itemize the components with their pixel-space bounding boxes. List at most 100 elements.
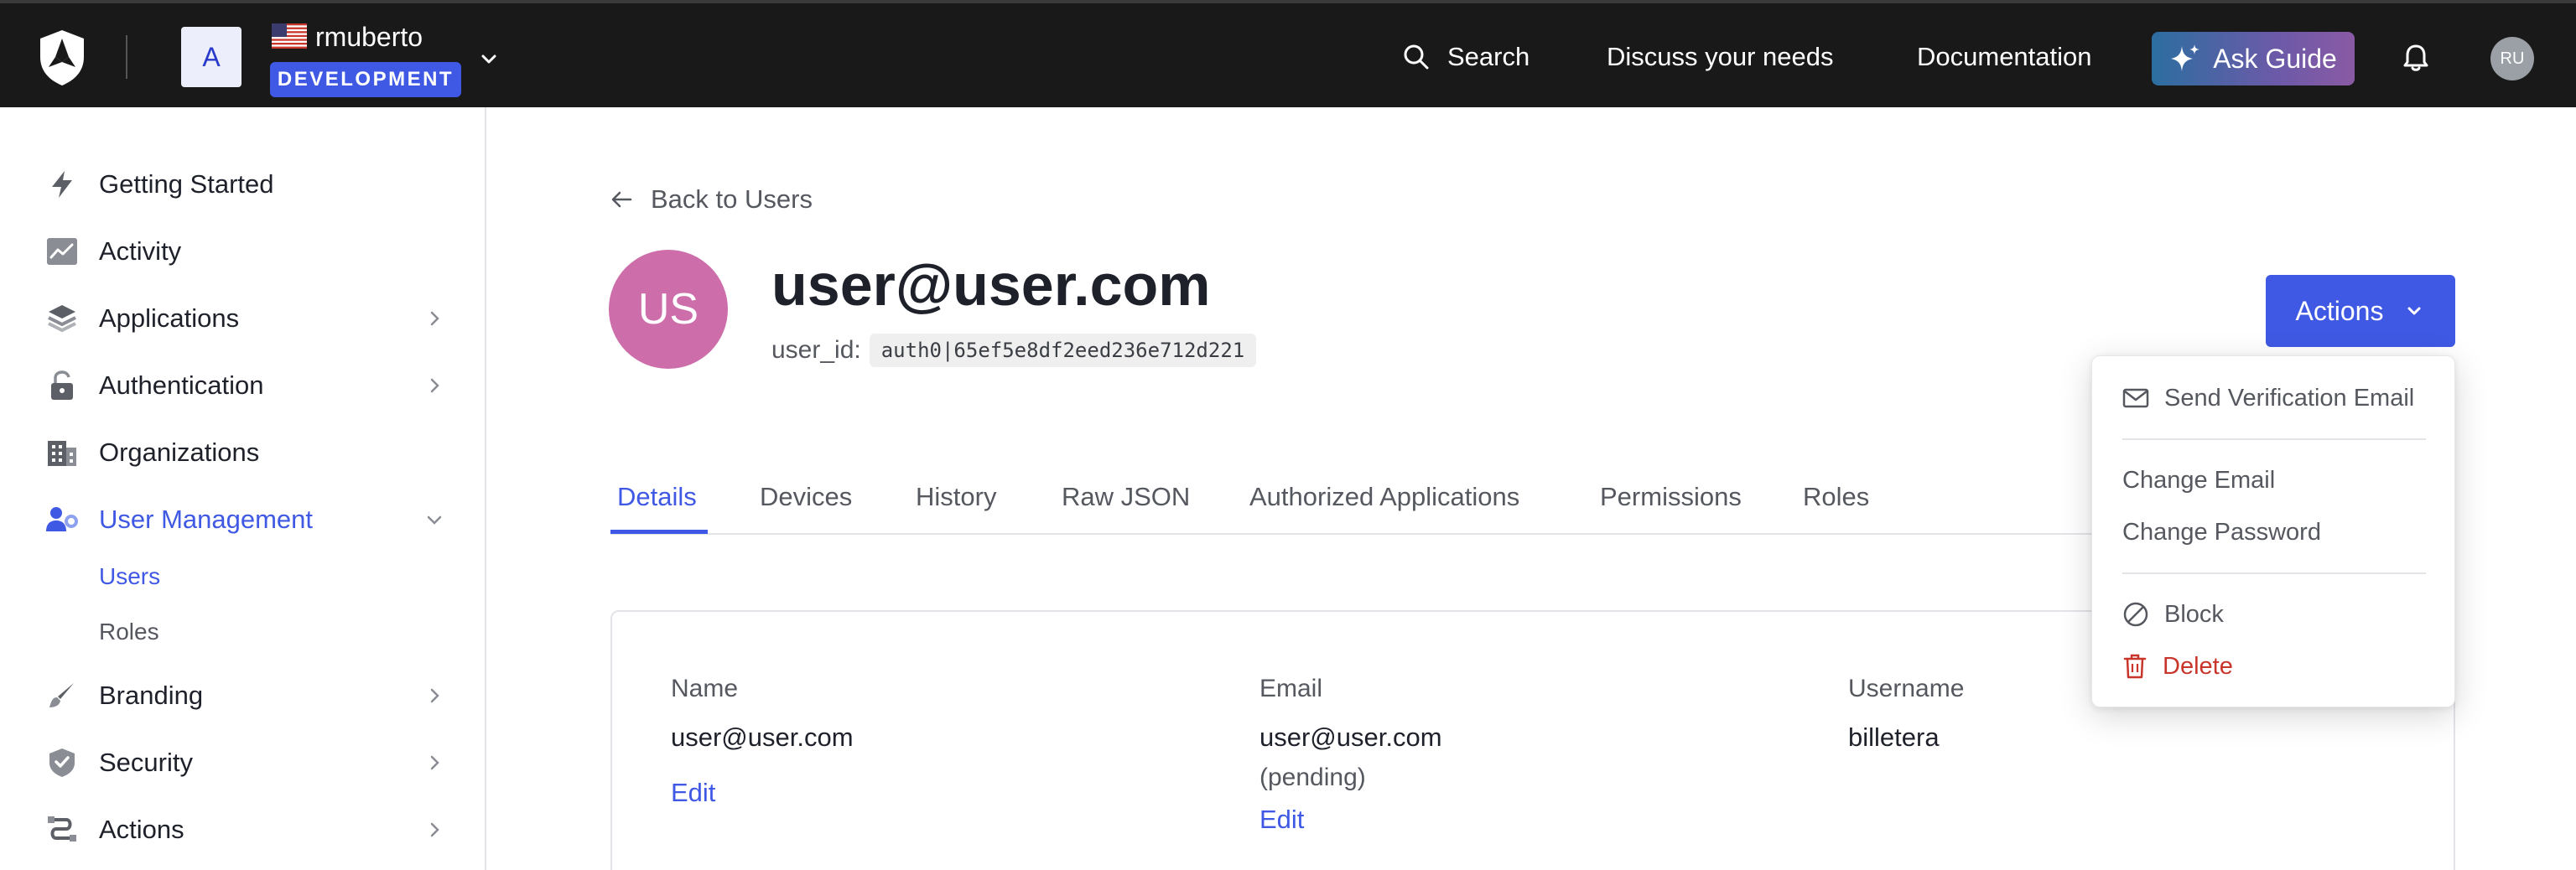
send-verification-email-item[interactable]: Send Verification Email — [2122, 381, 2414, 415]
environment-badge: DEVELOPMENT — [270, 62, 461, 97]
sidebar-item-label: Organizations — [99, 438, 260, 467]
user-id-label: user_id: — [771, 336, 861, 364]
actions-dropdown-button[interactable]: Actions — [2266, 275, 2455, 347]
sidebar: Getting Started Activity Applications Au… — [0, 107, 486, 870]
tab-permissions[interactable]: Permissions — [1600, 476, 1742, 518]
chevron-right-icon — [430, 378, 439, 393]
tab-roles[interactable]: Roles — [1803, 476, 1869, 518]
tab-history[interactable]: History — [916, 476, 996, 518]
change-email-label: Change Email — [2122, 467, 2276, 494]
username-field-label: Username — [1848, 675, 1965, 702]
search-icon — [1404, 44, 1429, 70]
email-pending-note: (pending) — [1259, 764, 1366, 791]
shield-check-icon — [44, 744, 80, 781]
sidebar-item-label: User Management — [99, 505, 314, 534]
change-password-item[interactable]: Change Password — [2122, 515, 2321, 549]
sidebar-item-label: Security — [99, 748, 193, 777]
block-label: Block — [2164, 601, 2224, 628]
tab-details[interactable]: Details — [617, 476, 697, 518]
chevron-right-icon — [430, 755, 439, 770]
sidebar-item-authentication[interactable]: Authentication — [44, 364, 446, 407]
sidebar-item-actions[interactable]: Actions — [44, 808, 446, 852]
layers-icon — [44, 300, 80, 337]
sidebar-item-label: Getting Started — [99, 169, 274, 199]
sidebar-subitem-users[interactable]: Users — [99, 562, 160, 592]
building-icon — [44, 434, 80, 471]
edit-name-link[interactable]: Edit — [671, 776, 715, 810]
send-verification-label: Send Verification Email — [2164, 385, 2415, 412]
lock-icon — [44, 367, 80, 404]
menu-divider — [2122, 572, 2426, 574]
sidebar-item-label: Activity — [99, 236, 182, 266]
sidebar-item-branding[interactable]: Branding — [44, 674, 446, 717]
active-tab-indicator — [610, 530, 708, 534]
top-bar: A rmuberto DEVELOPMENT Search Discuss yo… — [0, 0, 2576, 107]
delete-label: Delete — [2163, 653, 2233, 680]
search-label: Search — [1447, 42, 1530, 71]
sparkle-icon — [2171, 44, 2200, 71]
trash-icon — [2123, 654, 2147, 679]
user-avatar[interactable]: RU — [2490, 37, 2534, 80]
sidebar-item-organizations[interactable]: Organizations — [44, 431, 446, 474]
block-user-item[interactable]: Block — [2122, 598, 2224, 631]
name-field-label: Name — [671, 675, 739, 702]
name-field-value: user@user.com — [671, 722, 854, 752]
sidebar-item-label: Authentication — [99, 370, 264, 400]
sidebar-subitem-roles[interactable]: Roles — [99, 617, 159, 647]
user-id-row: user_id: auth0|65ef5e8df2eed236e712d221 — [771, 334, 1257, 367]
sidebar-item-getting-started[interactable]: Getting Started — [44, 163, 446, 206]
chevron-down-icon[interactable] — [476, 47, 501, 72]
menu-divider — [2122, 438, 2426, 440]
tenant-name[interactable]: rmuberto — [315, 20, 423, 54]
sidebar-item-user-management[interactable]: User Management — [44, 498, 446, 541]
chevron-right-icon — [430, 311, 439, 326]
back-link-label: Back to Users — [651, 184, 813, 214]
tab-devices[interactable]: Devices — [760, 476, 852, 518]
ask-guide-button[interactable]: Ask Guide — [2152, 32, 2355, 85]
back-to-users-link[interactable]: Back to Users — [609, 184, 813, 215]
change-email-item[interactable]: Change Email — [2122, 463, 2275, 497]
search-button[interactable]: Search — [1402, 40, 1530, 74]
envelope-icon — [2122, 388, 2149, 408]
sidebar-item-applications[interactable]: Applications — [44, 297, 446, 340]
actions-button-label: Actions — [2295, 295, 2384, 326]
tab-authorized-applications[interactable]: Authorized Applications — [1249, 476, 1519, 518]
page-title: user@user.com — [771, 252, 1211, 318]
chevron-down-icon — [2407, 307, 2421, 315]
tab-raw-json[interactable]: Raw JSON — [1062, 476, 1190, 518]
bell-icon[interactable] — [2400, 42, 2432, 74]
users-gear-icon — [44, 501, 80, 538]
tenant-avatar[interactable]: A — [181, 27, 242, 87]
email-field-value: user@user.com — [1259, 722, 1442, 752]
sidebar-item-label: Branding — [99, 681, 204, 710]
flow-icon — [44, 811, 80, 848]
avatar-initials: US — [637, 285, 699, 334]
tenant-initial: A — [202, 41, 221, 72]
edit-email-link[interactable]: Edit — [1259, 803, 1304, 836]
sidebar-item-label: Actions — [99, 815, 184, 844]
auth0-logo-icon[interactable] — [37, 28, 87, 87]
activity-chart-icon — [44, 233, 80, 270]
change-password-label: Change Password — [2122, 519, 2321, 546]
chevron-down-icon — [427, 515, 442, 525]
username-field-value: billetera — [1848, 722, 1940, 752]
block-icon — [2123, 602, 2148, 627]
user-initials: RU — [2500, 49, 2525, 68]
discuss-needs-link[interactable]: Discuss your needs — [1607, 40, 1834, 74]
us-flag-icon — [272, 23, 307, 49]
actions-dropdown-menu: Send Verification Email Change Email Cha… — [2091, 355, 2455, 707]
sidebar-item-activity[interactable]: Activity — [44, 230, 446, 273]
sidebar-item-security[interactable]: Security — [44, 741, 446, 785]
lightning-icon — [44, 166, 80, 203]
chevron-right-icon — [430, 822, 439, 837]
sidebar-item-label: Applications — [99, 303, 240, 333]
user-profile-avatar: US — [609, 250, 728, 369]
email-field-label: Email — [1259, 675, 1323, 702]
user-id-value[interactable]: auth0|65ef5e8df2eed236e712d221 — [869, 334, 1257, 367]
documentation-link[interactable]: Documentation — [1917, 40, 2092, 74]
arrow-left-icon — [611, 191, 632, 208]
top-divider — [126, 35, 127, 79]
delete-user-item[interactable]: Delete — [2122, 650, 2233, 683]
ask-guide-label: Ask Guide — [2213, 43, 2337, 74]
brush-icon — [44, 677, 80, 714]
